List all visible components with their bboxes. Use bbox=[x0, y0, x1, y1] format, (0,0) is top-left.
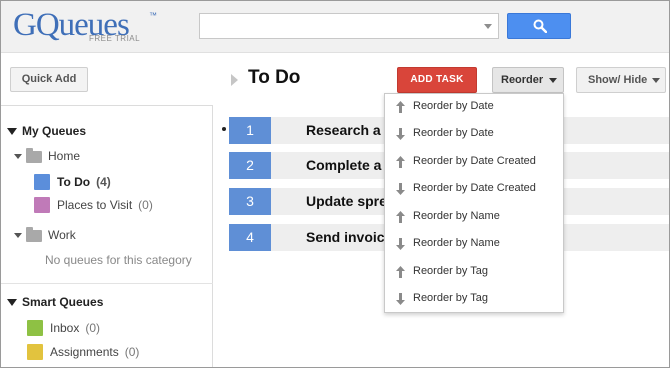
menu-item-reorder-by-date-desc[interactable]: Reorder by Date bbox=[385, 121, 563, 148]
reorder-button[interactable]: Reorder bbox=[492, 67, 564, 93]
arrow-up-icon bbox=[396, 266, 405, 278]
menu-item-label: Reorder by Date bbox=[413, 127, 494, 139]
my-queues-title[interactable]: My Queues bbox=[22, 124, 86, 138]
selected-bullet bbox=[222, 127, 226, 131]
menu-item-reorder-by-date-created-asc[interactable]: Reorder by Date Created bbox=[385, 149, 563, 176]
menu-item-label: Reorder by Tag bbox=[413, 265, 489, 277]
queue-label: Places to Visit (0) bbox=[57, 198, 153, 212]
queue-color-swatch bbox=[27, 344, 43, 360]
arrow-up-icon bbox=[396, 211, 405, 223]
sidebar: My Queues Home To Do (4) Places to Visit (… bbox=[1, 105, 213, 367]
queue-color-swatch bbox=[27, 320, 43, 336]
task-number[interactable]: 2 bbox=[229, 152, 271, 179]
queue-name: Inbox bbox=[50, 321, 80, 335]
queue-name: Assignments bbox=[50, 345, 119, 359]
task-number[interactable]: 3 bbox=[229, 188, 271, 215]
logo-trademark: ™ bbox=[149, 11, 157, 20]
empty-category-text: No queues for this category bbox=[45, 253, 192, 267]
queue-label: Inbox (0) bbox=[50, 321, 100, 335]
task-number[interactable]: 4 bbox=[229, 224, 271, 251]
queue-label: To Do (4) bbox=[57, 175, 111, 189]
task-text[interactable]: Send invoic bbox=[306, 229, 385, 245]
arrow-down-icon bbox=[396, 128, 405, 140]
search-button[interactable] bbox=[507, 13, 571, 39]
reorder-label: Reorder bbox=[501, 74, 544, 86]
gqueues-logo[interactable]: GQueues ™ FREE TRIAL bbox=[13, 7, 173, 47]
chevron-down-icon[interactable] bbox=[484, 24, 492, 29]
task-text[interactable]: Update spre bbox=[306, 193, 387, 209]
top-bar: GQueues ™ FREE TRIAL bbox=[1, 1, 669, 53]
app-window: GQueues ™ FREE TRIAL Quick Add My Queues… bbox=[0, 0, 670, 368]
queue-count: (0) bbox=[124, 345, 140, 359]
category-work[interactable]: Work bbox=[48, 228, 76, 242]
expand-triangle-icon[interactable] bbox=[231, 74, 238, 86]
arrow-down-icon bbox=[396, 293, 405, 305]
folder-icon bbox=[26, 227, 42, 242]
quick-add-button[interactable]: Quick Add bbox=[10, 67, 88, 92]
add-task-button[interactable]: ADD TASK bbox=[397, 67, 477, 93]
menu-item-label: Reorder by Name bbox=[413, 210, 500, 222]
collapse-home-icon[interactable] bbox=[14, 154, 22, 159]
chevron-down-icon bbox=[652, 78, 660, 83]
collapse-triangle-icon[interactable] bbox=[7, 299, 17, 306]
menu-item-label: Reorder by Name bbox=[413, 237, 500, 249]
queue-name: Places to Visit bbox=[57, 198, 133, 212]
menu-item-label: Reorder by Date Created bbox=[413, 155, 536, 167]
menu-item-label: Reorder by Tag bbox=[413, 292, 489, 304]
menu-item-reorder-by-name-desc[interactable]: Reorder by Name bbox=[385, 231, 563, 258]
category-home[interactable]: Home bbox=[48, 149, 80, 163]
menu-item-reorder-by-tag-asc[interactable]: Reorder by Tag bbox=[385, 259, 563, 286]
logo-subtitle: FREE TRIAL bbox=[89, 34, 141, 43]
arrow-up-icon bbox=[396, 101, 405, 113]
divider bbox=[1, 283, 213, 284]
folder-icon bbox=[26, 148, 42, 163]
menu-item-reorder-by-date-created-desc[interactable]: Reorder by Date Created bbox=[385, 176, 563, 203]
queue-label: Assignments (0) bbox=[50, 345, 139, 359]
show-hide-label: Show/ Hide bbox=[588, 74, 648, 86]
task-text[interactable]: Complete a bbox=[306, 157, 381, 173]
queue-count: (4) bbox=[96, 175, 111, 189]
chevron-down-icon bbox=[549, 78, 557, 83]
menu-item-reorder-by-name-asc[interactable]: Reorder by Name bbox=[385, 204, 563, 231]
search-icon bbox=[533, 19, 547, 33]
queue-color-swatch bbox=[34, 174, 50, 190]
reorder-menu: Reorder by Date Reorder by Date Reorder … bbox=[384, 93, 564, 313]
arrow-up-icon bbox=[396, 156, 405, 168]
queue-color-swatch bbox=[34, 197, 50, 213]
search-input[interactable] bbox=[199, 13, 499, 39]
arrow-down-icon bbox=[396, 183, 405, 195]
menu-item-reorder-by-tag-desc[interactable]: Reorder by Tag bbox=[385, 286, 563, 313]
menu-item-label: Reorder by Date Created bbox=[413, 182, 536, 194]
task-number[interactable]: 1 bbox=[229, 117, 271, 144]
menu-item-reorder-by-date-asc[interactable]: Reorder by Date bbox=[385, 94, 563, 121]
queue-name: To Do bbox=[57, 175, 91, 189]
collapse-work-icon[interactable] bbox=[14, 233, 22, 238]
smart-queues-title[interactable]: Smart Queues bbox=[22, 295, 103, 309]
task-text[interactable]: Research a bbox=[306, 122, 381, 138]
arrow-down-icon bbox=[396, 238, 405, 250]
queue-count: (0) bbox=[85, 321, 101, 335]
show-hide-button[interactable]: Show/ Hide bbox=[576, 67, 666, 93]
page-title: To Do bbox=[248, 67, 301, 88]
collapse-triangle-icon[interactable] bbox=[7, 128, 17, 135]
queue-count: (0) bbox=[138, 198, 153, 212]
menu-item-label: Reorder by Date bbox=[413, 100, 494, 112]
